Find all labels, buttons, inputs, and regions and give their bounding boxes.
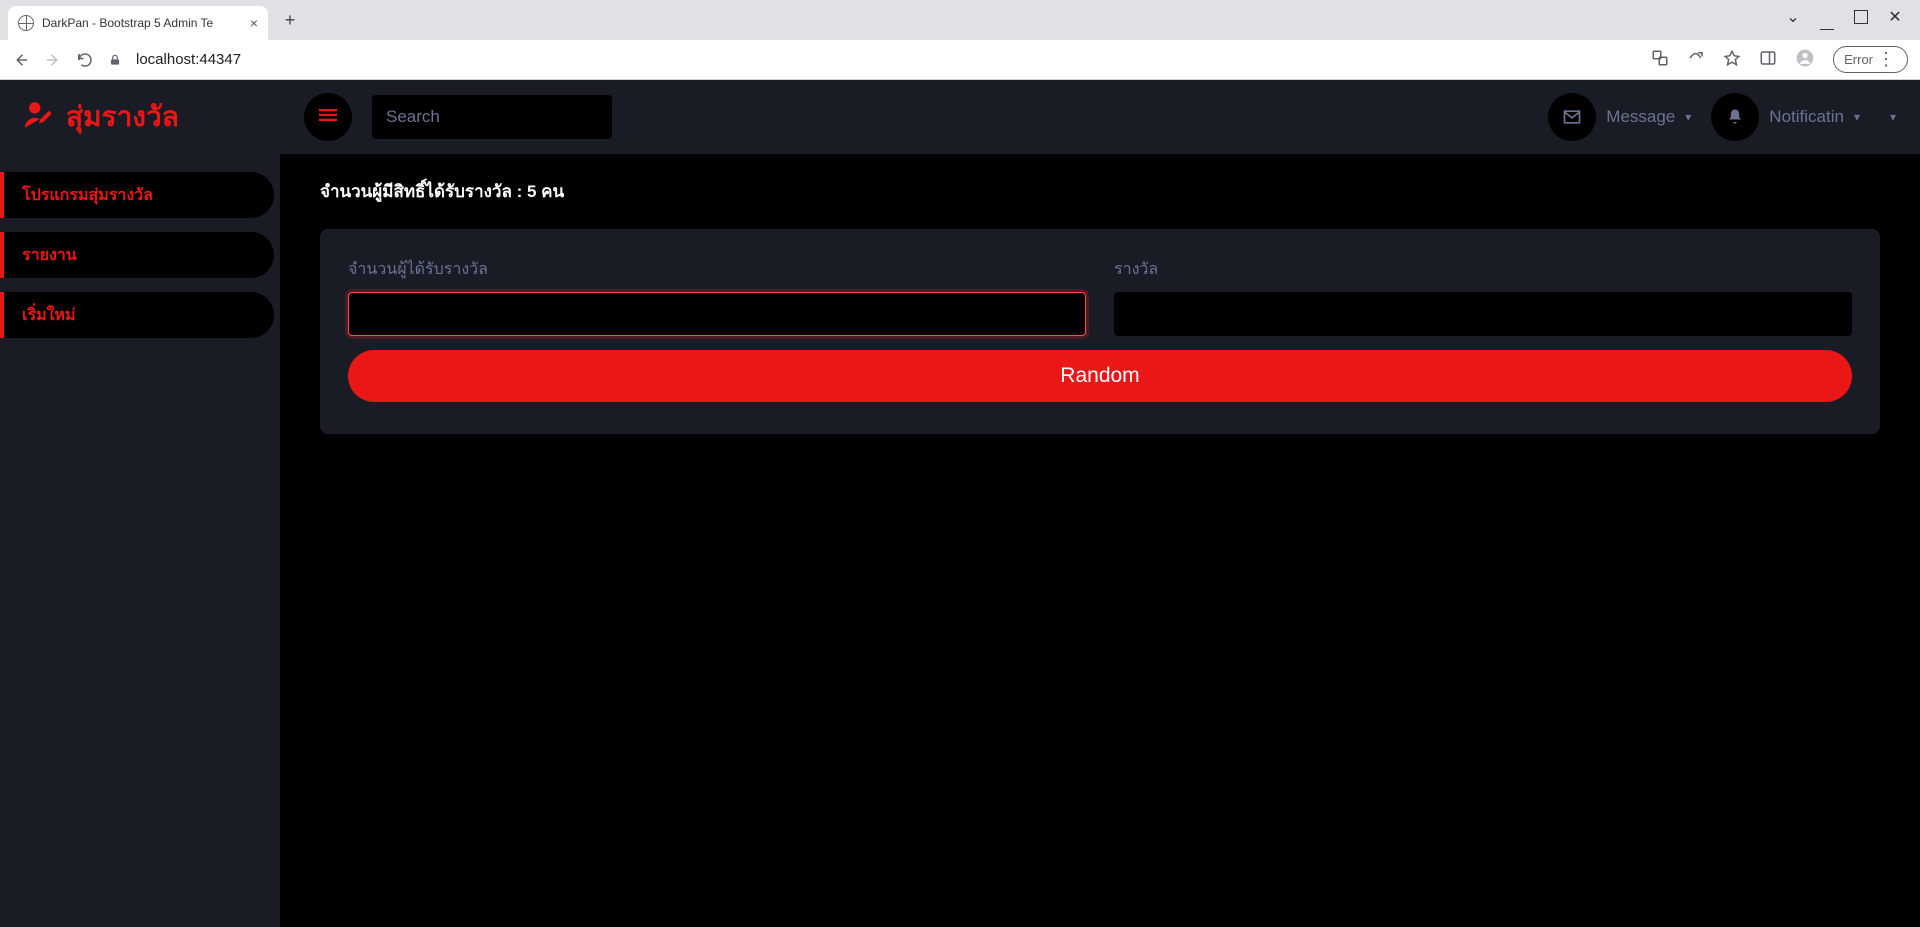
sidebar-nav: โปรแกรมสุ่มรางวัล รายงาน เริ่มใหม่ [0, 154, 280, 338]
random-button[interactable]: Random [348, 350, 1852, 402]
user-edit-icon [22, 98, 56, 137]
user-dropdown[interactable]: ▾ [1880, 110, 1896, 124]
notifications-label: Notificatin [1769, 107, 1844, 127]
envelope-icon [1548, 93, 1596, 141]
count-label: จำนวนผู้ได้รับรางวัล [348, 257, 1086, 282]
back-icon[interactable] [12, 51, 30, 69]
tab-title: DarkPan - Bootstrap 5 Admin Te [42, 16, 242, 30]
translate-icon[interactable] [1651, 49, 1669, 71]
winner-count-input[interactable] [348, 292, 1086, 336]
browser-tab[interactable]: DarkPan - Bootstrap 5 Admin Te × [8, 6, 268, 40]
messages-dropdown[interactable]: Message ▾ [1548, 93, 1691, 141]
browser-tab-strip: DarkPan - Bootstrap 5 Admin Te × + ⌄ ✕ [0, 0, 1920, 40]
random-button-label: Random [1060, 364, 1139, 387]
tabs-dropdown-icon[interactable]: ⌄ [1786, 10, 1800, 24]
prize-label: รางวัล [1114, 257, 1852, 282]
share-icon[interactable] [1687, 49, 1705, 71]
notifications-dropdown[interactable]: Notificatin ▾ [1711, 93, 1860, 141]
brand-text: สุ่มรางวัล [66, 95, 179, 139]
chevron-down-icon: ▾ [1890, 110, 1896, 124]
brand[interactable]: สุ่มรางวัล [0, 80, 280, 154]
browser-address-bar: localhost:44347 Error ⋮ [0, 40, 1920, 80]
sidebar-toggle-button[interactable] [304, 93, 352, 141]
search-input[interactable] [372, 95, 612, 139]
main-area: Message ▾ Notificatin ▾ ▾ จำนวนผู้มีสิทธ… [280, 80, 1920, 927]
bookmark-icon[interactable] [1723, 49, 1741, 71]
chevron-down-icon: ▾ [1854, 110, 1860, 124]
window-minimize-icon[interactable] [1820, 16, 1834, 30]
window-close-icon[interactable]: ✕ [1888, 10, 1902, 24]
lock-icon [108, 53, 122, 67]
app-root: สุ่มรางวัล โปรแกรมสุ่มรางวัล รายงาน เริ่… [0, 80, 1920, 927]
messages-label: Message [1606, 107, 1675, 127]
sidebar-item-label: รายงาน [22, 243, 77, 268]
window-controls: ⌄ ✕ [1768, 10, 1920, 30]
url-text[interactable]: localhost:44347 [136, 51, 241, 68]
profile-icon[interactable] [1795, 48, 1815, 72]
content: จำนวนผู้มีสิทธิ์ได้รับรางวัล : 5 คน จำนว… [280, 154, 1920, 458]
new-tab-button[interactable]: + [276, 10, 304, 31]
sidebar-item-report[interactable]: รายงาน [0, 232, 274, 278]
sidebar-item-label: เริ่มใหม่ [22, 303, 76, 328]
chevron-down-icon: ▾ [1685, 110, 1691, 124]
error-chip-label: Error [1844, 52, 1873, 67]
menu-dots-icon: ⋮ [1877, 49, 1897, 70]
sidebar-item-program[interactable]: โปรแกรมสุ่มรางวัล [0, 172, 274, 218]
forward-icon[interactable] [44, 51, 62, 69]
globe-icon [18, 15, 34, 31]
sidebar-item-label: โปรแกรมสุ่มรางวัล [22, 183, 153, 208]
bars-icon [319, 106, 337, 129]
topbar: Message ▾ Notificatin ▾ ▾ [280, 80, 1920, 154]
bell-icon [1711, 93, 1759, 141]
sidebar-item-restart[interactable]: เริ่มใหม่ [0, 292, 274, 338]
prize-input[interactable] [1114, 292, 1852, 336]
side-panel-icon[interactable] [1759, 49, 1777, 71]
form-panel: จำนวนผู้ได้รับรางวัล รางวัล Random [320, 229, 1880, 434]
sidebar: สุ่มรางวัล โปรแกรมสุ่มรางวัล รายงาน เริ่… [0, 80, 280, 927]
error-chip[interactable]: Error ⋮ [1833, 46, 1908, 73]
window-maximize-icon[interactable] [1854, 10, 1868, 24]
page-title: จำนวนผู้มีสิทธิ์ได้รับรางวัล : 5 คน [320, 178, 1880, 205]
close-tab-icon[interactable]: × [250, 15, 258, 31]
reload-icon[interactable] [76, 51, 94, 69]
